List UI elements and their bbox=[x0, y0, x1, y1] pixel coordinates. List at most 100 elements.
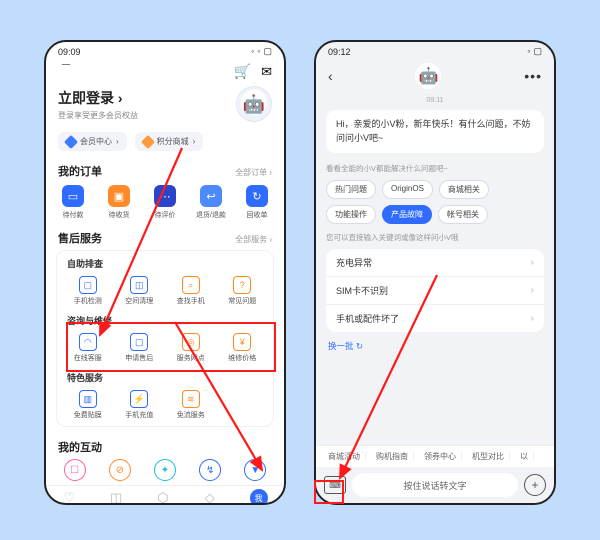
orders-more[interactable]: 全部订单 › bbox=[235, 167, 272, 178]
chip-hot[interactable]: 热门问题 bbox=[326, 180, 376, 199]
orders-title: 我的订单 bbox=[58, 163, 102, 179]
svc-phone-check[interactable]: ▢手机检测 bbox=[63, 274, 113, 308]
login-subtitle: 登录享受更多会员权益 bbox=[58, 110, 138, 121]
chat-bubble-greeting: Hi，亲爱的小V粉，新年快乐！有什么问题，不妨问问小V吧~ bbox=[326, 110, 544, 153]
pill-points[interactable]: 积分商城 › bbox=[135, 132, 204, 151]
svc-free-data[interactable]: ≋免流服务 bbox=[166, 388, 216, 422]
chip-account[interactable]: 帐号相关 bbox=[438, 205, 488, 224]
statusbar-right: 09:12 ◦▢ bbox=[316, 42, 554, 59]
cat-special: 特色服务 bbox=[63, 371, 267, 388]
question-icon: ? bbox=[233, 276, 251, 294]
person-icon: 我 bbox=[250, 489, 268, 505]
chat-icon: ⋯ bbox=[154, 185, 176, 207]
order-recycle[interactable]: ↻回收单 bbox=[237, 185, 277, 220]
recycle-icon: ↻ bbox=[246, 185, 268, 207]
chevron-right-icon: › bbox=[531, 257, 534, 268]
interaction-icon-2[interactable]: ⊘ bbox=[109, 459, 131, 481]
phone-left: 09:09 ◦◦▢ 🛒 ✉ 立即登录 › 登录享受更多会员权益 🤖 会员中心 ›… bbox=[44, 40, 286, 505]
status-time: 09:09 bbox=[58, 47, 81, 57]
hint-capabilities: 看看全能的小V都能解决什么问题吧~ bbox=[326, 163, 544, 174]
refund-icon: ↩ bbox=[200, 185, 222, 207]
refresh-batch[interactable]: 换一批 ↻ bbox=[328, 340, 542, 352]
back-button[interactable]: ‹ bbox=[328, 68, 333, 84]
svc-store-locator[interactable]: ◎服务网点 bbox=[166, 331, 216, 365]
status-icons: ◦▢ bbox=[524, 46, 542, 57]
cart-icon[interactable]: 🛒 bbox=[234, 63, 251, 80]
suggest-mall-activity[interactable]: 商城活动 bbox=[322, 449, 366, 464]
svc-storage-clean[interactable]: ◫空间清理 bbox=[115, 274, 165, 308]
diamond-icon bbox=[64, 134, 78, 148]
hex-icon: ⬡ bbox=[157, 490, 168, 505]
clean-icon: ◫ bbox=[130, 276, 148, 294]
store-icon: ◎ bbox=[182, 333, 200, 351]
tab-community[interactable]: ⬡社区 bbox=[156, 490, 170, 505]
hint-keyword: 您可以直接输入关键词或像这样问小V哦 bbox=[326, 232, 544, 243]
order-pending-review[interactable]: ⋯待评价 bbox=[145, 185, 185, 220]
login-title[interactable]: 立即登录 › bbox=[58, 88, 138, 108]
svc-apply-aftersale[interactable]: ▢申请售后 bbox=[115, 331, 165, 365]
order-pending-receive[interactable]: ▣待收货 bbox=[99, 185, 139, 220]
chip-mall[interactable]: 商城相关 bbox=[439, 180, 489, 199]
message-icon[interactable]: ✉ bbox=[261, 64, 272, 80]
chat-timestamp: 09:11 bbox=[326, 97, 544, 104]
interaction-row: ☐ ⊘ ✦ ↯ ▼ bbox=[46, 457, 284, 485]
interaction-icon-4[interactable]: ↯ bbox=[199, 459, 221, 481]
faq-broken[interactable]: 手机或配件坏了› bbox=[326, 305, 544, 332]
heart-icon: ♡ bbox=[64, 490, 76, 505]
chevron-right-icon: › bbox=[531, 285, 534, 296]
locate-icon: ⌕ bbox=[182, 276, 200, 294]
film-icon: ▥ bbox=[79, 390, 97, 408]
tab-shop[interactable]: ◫选购 bbox=[109, 490, 123, 505]
interaction-icon-3[interactable]: ✦ bbox=[154, 459, 176, 481]
keyboard-icon[interactable]: ⌨ bbox=[324, 476, 346, 494]
status-time: 09:12 bbox=[328, 47, 351, 57]
svc-online-service[interactable]: ◠在线客服 bbox=[63, 331, 113, 365]
aftersale-more[interactable]: 全部服务 › bbox=[235, 234, 272, 245]
pill-member[interactable]: 会员中心 › bbox=[58, 132, 127, 151]
svc-free-film[interactable]: ▥免费贴膜 bbox=[63, 388, 113, 422]
form-icon: ▢ bbox=[130, 333, 148, 351]
more-button[interactable]: ••• bbox=[524, 68, 542, 84]
suggest-buy-guide[interactable]: 购机指南 bbox=[370, 449, 414, 464]
tab-home[interactable]: ♡商品 bbox=[62, 490, 76, 505]
plus-button[interactable]: + bbox=[524, 474, 546, 496]
phone-check-icon: ▢ bbox=[79, 276, 97, 294]
order-row: ▭待付款 ▣待收货 ⋯待评价 ↩退货/退款 ↻回收单 bbox=[46, 181, 284, 226]
svc-repair-price[interactable]: ¥维修价格 bbox=[218, 331, 268, 365]
cat-consult: 咨询与维修 bbox=[63, 314, 267, 331]
avatar[interactable]: 🤖 bbox=[236, 86, 272, 122]
suggest-bar: 商城活动 购机指南 领券中心 机型对比 以 bbox=[316, 445, 554, 467]
tab-mine[interactable]: 我我的 bbox=[250, 489, 268, 505]
chip-function[interactable]: 功能操作 bbox=[326, 205, 376, 224]
box-icon: ▣ bbox=[108, 185, 130, 207]
diamond-icon bbox=[141, 134, 155, 148]
wallet-icon: ▭ bbox=[62, 185, 84, 207]
faq-sim[interactable]: SIM卡不识别› bbox=[326, 277, 544, 305]
chat-area: 09:11 Hi，亲爱的小V粉，新年快乐！有什么问题，不妨问问小V吧~ 看看全能… bbox=[316, 91, 554, 445]
interaction-icon-5[interactable]: ▼ bbox=[244, 459, 266, 481]
suggest-compare[interactable]: 机型对比 bbox=[466, 449, 510, 464]
faq-list: 充电异常› SIM卡不识别› 手机或配件坏了› bbox=[326, 249, 544, 332]
phone-right: 09:12 ◦▢ ‹ 🤖 ••• 09:11 Hi，亲爱的小V粉，新年快乐！有什… bbox=[314, 40, 556, 505]
chip-fault[interactable]: 产品故障 bbox=[382, 205, 432, 224]
svc-faq[interactable]: ?常见问题 bbox=[218, 274, 268, 308]
tab-member[interactable]: ◇会员 bbox=[203, 490, 217, 505]
topic-chips: 热门问题 OriginOS 商城相关 功能操作 产品故障 帐号相关 bbox=[326, 180, 544, 224]
headset-icon: ◠ bbox=[79, 333, 97, 351]
interaction-title: 我的互动 bbox=[58, 439, 102, 455]
settings-hex-icon[interactable] bbox=[58, 64, 74, 80]
diamond-icon: ◇ bbox=[205, 490, 215, 505]
aftersale-card: 自助排查 ▢手机检测 ◫空间清理 ⌕查找手机 ?常见问题 咨询与维修 ◠在线客服… bbox=[56, 250, 274, 427]
svc-recharge[interactable]: ⚡手机充值 bbox=[115, 388, 165, 422]
svc-find-phone[interactable]: ⌕查找手机 bbox=[166, 274, 216, 308]
order-refund[interactable]: ↩退货/退款 bbox=[191, 185, 231, 220]
order-pending-pay[interactable]: ▭待付款 bbox=[53, 185, 93, 220]
interaction-icon-1[interactable]: ☐ bbox=[64, 459, 86, 481]
suggest-more[interactable]: 以 bbox=[514, 449, 534, 464]
chat-avatar[interactable]: 🤖 bbox=[415, 63, 441, 89]
faq-charging[interactable]: 充电异常› bbox=[326, 249, 544, 277]
chip-originos[interactable]: OriginOS bbox=[382, 180, 433, 199]
suggest-coupon[interactable]: 领券中心 bbox=[418, 449, 462, 464]
status-icons: ◦◦▢ bbox=[248, 46, 272, 57]
voice-input[interactable]: 按住说话转文字 bbox=[352, 473, 518, 497]
